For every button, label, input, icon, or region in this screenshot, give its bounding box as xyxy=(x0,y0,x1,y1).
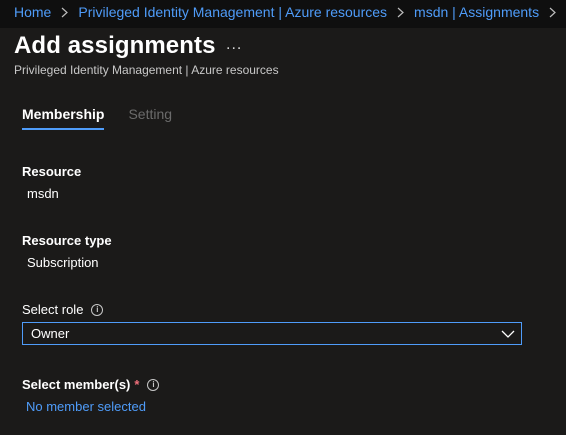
select-members-label: Select member(s) xyxy=(22,377,131,392)
chevron-right-icon xyxy=(549,7,556,18)
select-role-label: Select role xyxy=(22,302,84,317)
page-subtitle: Privileged Identity Management | Azure r… xyxy=(14,63,279,77)
page-title: Add assignments xyxy=(14,32,216,59)
select-role-label-row: Select role i xyxy=(22,302,104,317)
chevron-right-icon xyxy=(397,7,404,18)
more-options-icon[interactable]: ... xyxy=(226,36,242,54)
resource-type-label: Resource type xyxy=(22,233,112,248)
select-members-link[interactable]: No member selected xyxy=(26,399,146,414)
resource-value: msdn xyxy=(27,186,59,201)
select-members-label-row: Select member(s) * i xyxy=(22,377,160,392)
chevron-down-icon xyxy=(501,325,515,343)
tab-membership[interactable]: Membership xyxy=(22,106,105,130)
breadcrumb-home[interactable]: Home xyxy=(14,4,51,20)
tab-bar: Membership Setting xyxy=(22,106,196,130)
breadcrumb-assignments[interactable]: msdn | Assignments xyxy=(414,4,539,20)
breadcrumb-pim[interactable]: Privileged Identity Management | Azure r… xyxy=(78,4,387,20)
tab-setting[interactable]: Setting xyxy=(128,106,172,130)
info-icon[interactable]: i xyxy=(91,303,104,316)
resource-type-value: Subscription xyxy=(27,255,99,270)
resource-label: Resource xyxy=(22,164,82,179)
info-icon[interactable]: i xyxy=(147,378,160,391)
role-dropdown[interactable]: Owner xyxy=(22,322,522,345)
required-marker: * xyxy=(134,377,140,392)
breadcrumb: Home Privileged Identity Management | Az… xyxy=(14,4,566,20)
role-dropdown-value: Owner xyxy=(31,326,70,341)
chevron-right-icon xyxy=(61,7,69,18)
